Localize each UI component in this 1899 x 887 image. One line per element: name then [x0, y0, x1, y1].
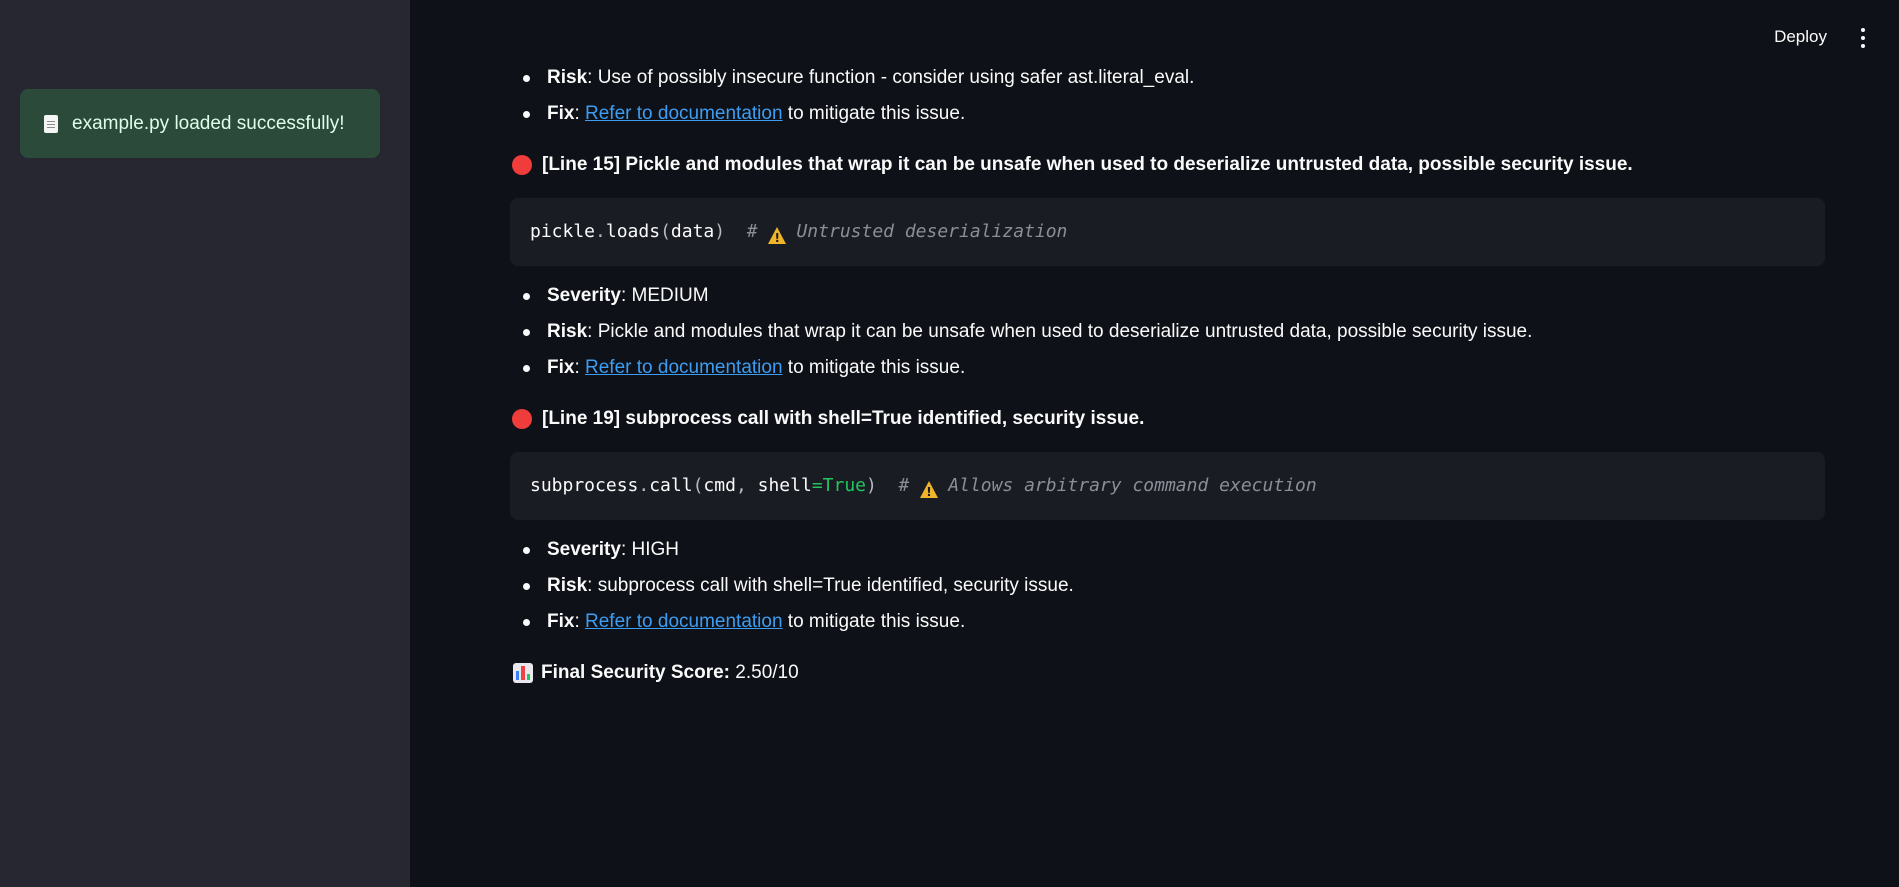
- documentation-link[interactable]: Refer to documentation: [585, 357, 783, 378]
- code-comment: Allows arbitrary command execution: [948, 475, 1317, 497]
- finding-details-line-19: Severity: HIGH Risk: subprocess call wit…: [510, 532, 1825, 640]
- list-item: Risk: Pickle and modules that wrap it ca…: [510, 314, 1825, 350]
- list-item: Severity: MEDIUM: [510, 278, 1825, 314]
- score-value: 2.50/10: [730, 661, 799, 683]
- main-menu-button[interactable]: [1857, 24, 1869, 52]
- code-token: (: [660, 221, 671, 243]
- issue-heading-text: [Line 15] Pickle and modules that wrap i…: [542, 153, 1633, 175]
- risk-label: Risk: [547, 320, 588, 342]
- code-token: data: [670, 221, 715, 243]
- list-item: Severity: HIGH: [510, 532, 1825, 568]
- final-security-score: Final Security Score: 2.50/10: [510, 653, 1825, 693]
- severity-value: : MEDIUM: [620, 284, 709, 306]
- code-token: ,: [735, 475, 758, 497]
- code-comment: #: [725, 221, 769, 243]
- issue-heading-text: [Line 19] subprocess call with shell=Tru…: [542, 407, 1145, 429]
- finding-details-prev: Risk: Use of possibly insecure function …: [510, 60, 1825, 132]
- severity-value: : HIGH: [620, 538, 680, 560]
- list-item: Risk: subprocess call with shell=True id…: [510, 568, 1825, 604]
- code-token: =: [811, 475, 823, 497]
- warning-icon: [768, 226, 787, 246]
- fix-text: to mitigate this issue.: [782, 610, 966, 632]
- code-comment: Untrusted deserialization: [796, 221, 1068, 243]
- toast-text: example.py loaded successfully!: [72, 112, 345, 134]
- code-token: subprocess: [530, 475, 639, 497]
- code-block-line-19[interactable]: subprocess.call(cmd, shell=True) # Allow…: [510, 452, 1825, 520]
- risk-label: Risk: [547, 574, 588, 596]
- fix-label: Fix: [547, 356, 575, 378]
- warning-icon: [920, 480, 939, 500]
- bar-chart-icon: [513, 663, 533, 683]
- app-root: example.py loaded successfully! Deploy R…: [0, 0, 1899, 887]
- code-token: .: [638, 475, 650, 497]
- issue-heading-line-15: [Line 15] Pickle and modules that wrap i…: [510, 145, 1825, 185]
- code-token: (: [692, 475, 704, 497]
- list-item: Risk: Use of possibly insecure function …: [510, 60, 1825, 96]
- code-block-line-15[interactable]: pickle.loads(data) # Untrusted deseriali…: [510, 198, 1825, 266]
- documentation-link[interactable]: Refer to documentation: [585, 103, 783, 124]
- red-circle-icon: [512, 155, 532, 175]
- code-token: cmd: [703, 475, 736, 497]
- code-token: .: [595, 221, 606, 243]
- fix-text: to mitigate this issue.: [782, 356, 966, 378]
- risk-text: : subprocess call with shell=True identi…: [587, 574, 1074, 596]
- document-icon: [44, 114, 58, 133]
- severity-label: Severity: [547, 284, 621, 306]
- finding-details-line-15: Severity: MEDIUM Risk: Pickle and module…: [510, 278, 1825, 386]
- code-token: True: [822, 475, 867, 497]
- code-token: call: [649, 475, 693, 497]
- risk-text: : Use of possibly insecure function - co…: [587, 66, 1195, 88]
- code-token: pickle: [530, 221, 596, 243]
- risk-text: : Pickle and modules that wrap it can be…: [587, 320, 1533, 342]
- score-label: Final Security Score:: [541, 661, 731, 683]
- code-token: loads: [605, 221, 661, 243]
- issue-heading-line-19: [Line 19] subprocess call with shell=Tru…: [510, 399, 1825, 439]
- list-item: Fix: Refer to documentation to mitigate …: [510, 604, 1825, 640]
- code-token: ): [714, 221, 726, 243]
- sidebar: example.py loaded successfully!: [0, 0, 410, 887]
- code-token: shell: [757, 475, 812, 497]
- success-toast: example.py loaded successfully!: [20, 89, 380, 158]
- list-item: Fix: Refer to documentation to mitigate …: [510, 96, 1825, 132]
- vertical-dots-icon: [1861, 28, 1865, 32]
- main-area: Deploy Risk: Use of possibly insecure fu…: [410, 0, 1899, 887]
- fix-label: Fix: [547, 102, 575, 124]
- code-token: ): [866, 475, 877, 497]
- fix-label: Fix: [547, 610, 575, 632]
- fix-text: to mitigate this issue.: [782, 102, 966, 124]
- code-comment: #: [876, 475, 921, 497]
- report-content: Risk: Use of possibly insecure function …: [510, 0, 1825, 693]
- documentation-link[interactable]: Refer to documentation: [585, 611, 783, 632]
- list-item: Fix: Refer to documentation to mitigate …: [510, 350, 1825, 386]
- risk-label: Risk: [547, 66, 588, 88]
- red-circle-icon: [512, 409, 532, 429]
- severity-label: Severity: [547, 538, 621, 560]
